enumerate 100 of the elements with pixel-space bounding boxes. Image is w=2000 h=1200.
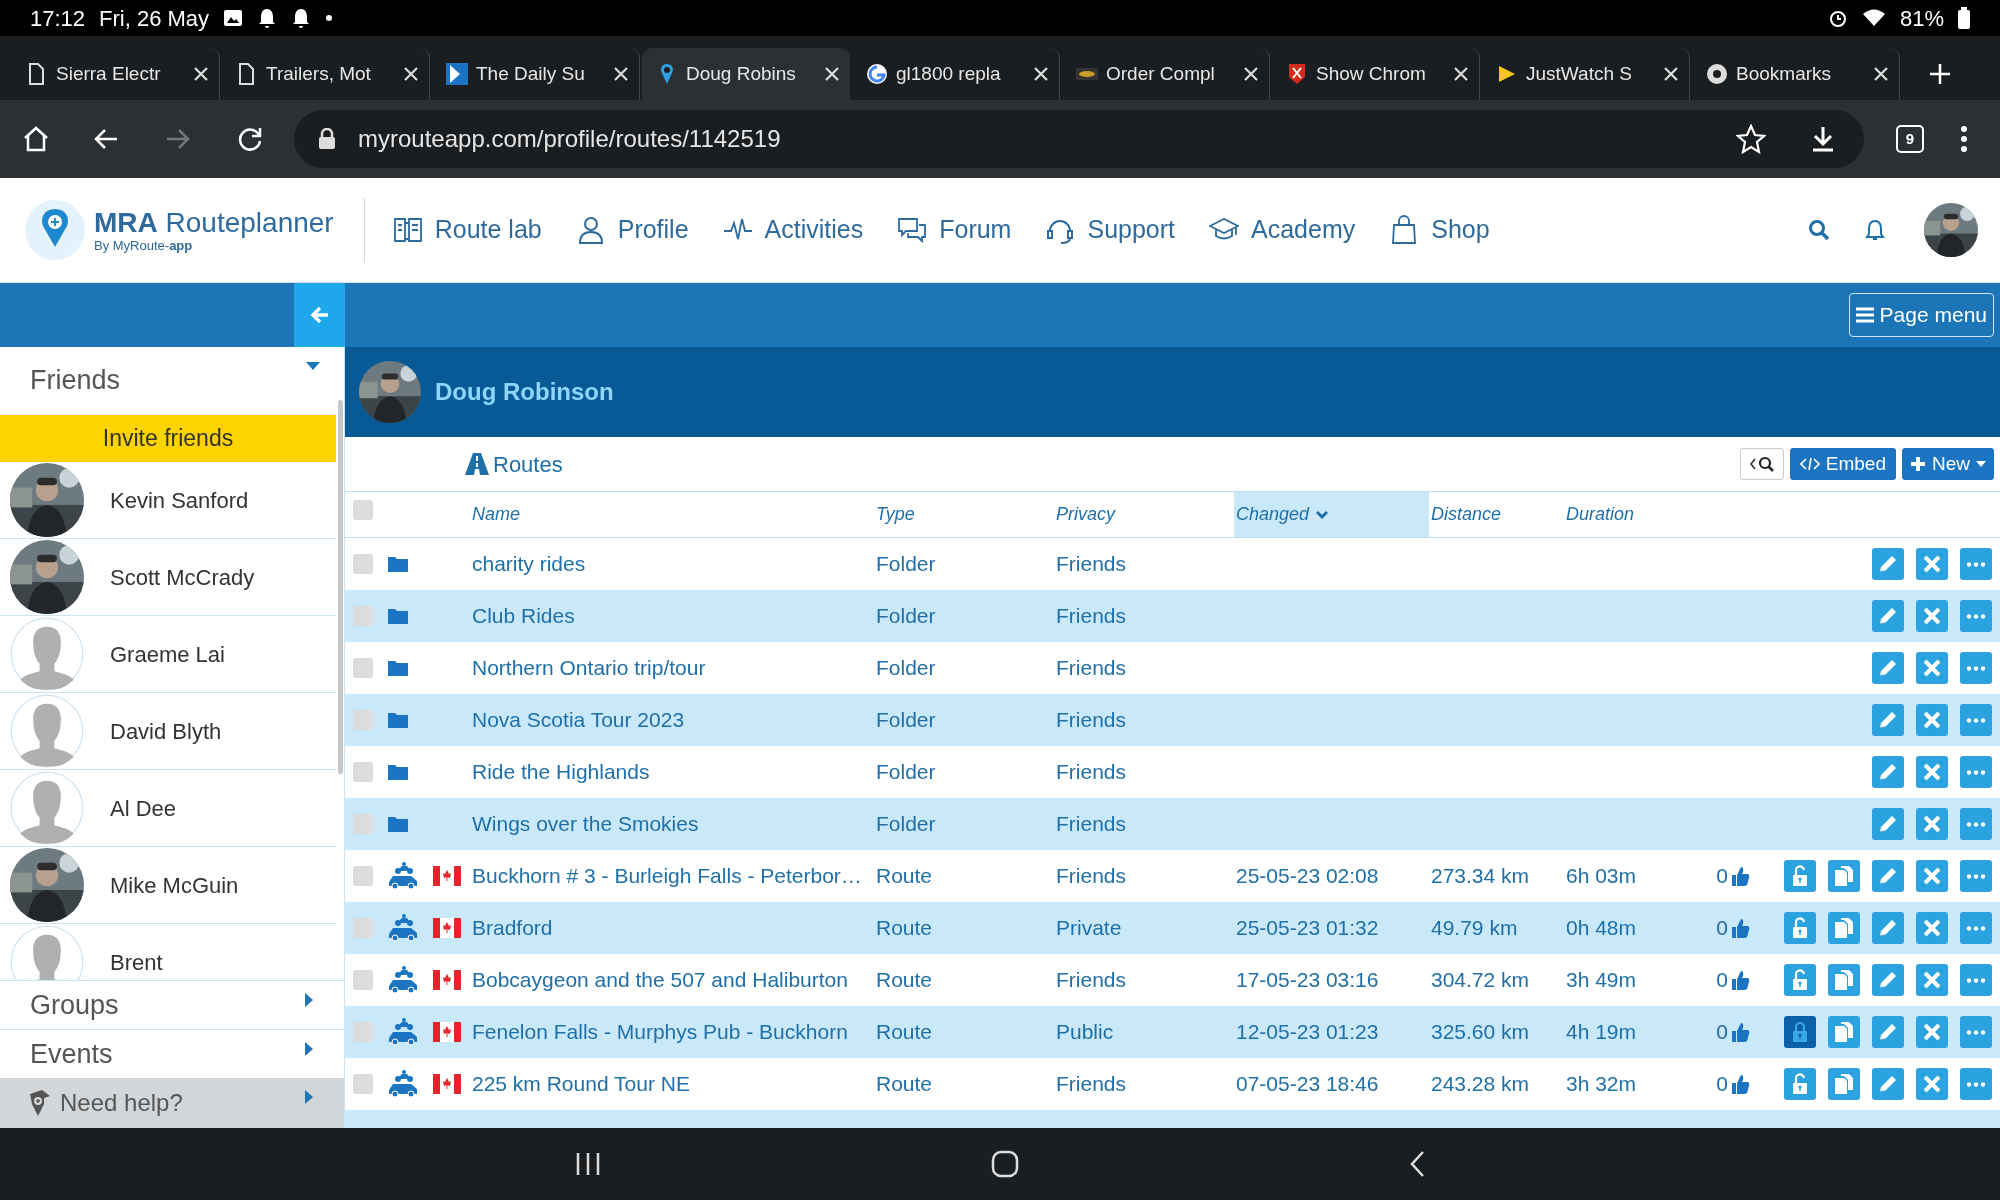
edit-button[interactable] [1872,860,1904,892]
edit-button[interactable] [1872,964,1904,996]
folder-link[interactable]: Wings over the Smokies [472,812,699,836]
folder-link[interactable]: Ride the Highlands [472,760,650,784]
delete-button[interactable] [1916,600,1948,632]
recent-apps-icon[interactable] [575,1153,601,1175]
checkbox[interactable] [353,762,373,782]
delete-button[interactable] [1916,912,1948,944]
edit-button[interactable] [1872,1016,1904,1048]
checkbox[interactable] [353,500,373,520]
thumbs-up-icon[interactable] [1730,917,1750,939]
checkbox[interactable] [353,554,373,574]
star-icon[interactable] [1736,124,1766,154]
checkbox[interactable] [353,658,373,678]
lock-button[interactable] [1784,1068,1816,1100]
thumbs-up-icon[interactable] [1730,969,1750,991]
sidebar-section[interactable]: Groups [0,980,344,1029]
delete-button[interactable] [1916,756,1948,788]
browser-tab[interactable]: Doug Robins [642,48,850,100]
reload-icon[interactable] [236,125,264,153]
thumbs-up-icon[interactable] [1730,865,1750,887]
route-link[interactable]: 225 km Round Tour NE [472,1072,690,1096]
scrollbar[interactable] [338,400,343,774]
checkbox[interactable] [353,606,373,626]
more-button[interactable] [1960,808,1992,840]
checkbox[interactable] [353,970,373,990]
lock-button[interactable] [1784,912,1816,944]
friend-item[interactable]: Graeme Lai [0,616,336,693]
home-button-icon[interactable] [991,1150,1019,1178]
back-icon[interactable] [1409,1150,1425,1178]
route-link[interactable]: Bradford [472,916,553,940]
search-toggle-button[interactable] [1739,448,1784,480]
checkbox[interactable] [353,866,373,886]
close-icon[interactable] [1033,66,1049,82]
column-header[interactable]: Type [874,492,1054,537]
delete-button[interactable] [1916,548,1948,580]
route-link[interactable]: Fenelon Falls - Murphys Pub - Buckhorn [472,1020,848,1044]
delete-button[interactable] [1916,1068,1948,1100]
column-header[interactable]: Duration [1564,492,1714,537]
close-icon[interactable] [403,66,419,82]
download-icon[interactable] [1810,125,1836,153]
delete-button[interactable] [1916,652,1948,684]
delete-button[interactable] [1916,808,1948,840]
nav-link[interactable]: Support [1045,211,1175,249]
embed-button[interactable]: Embed [1789,448,1896,480]
close-icon[interactable] [193,66,209,82]
tab-count-button[interactable]: 9 [1896,125,1924,153]
column-header[interactable]: Distance [1429,492,1564,537]
thumbs-up-icon[interactable] [1730,1021,1750,1043]
home-icon[interactable] [22,125,50,153]
close-icon[interactable] [1663,66,1679,82]
nav-link[interactable]: Shop [1389,211,1490,249]
column-header[interactable]: Name [470,492,874,537]
more-button[interactable] [1960,548,1992,580]
folder-link[interactable]: Club Rides [472,604,575,628]
bell-icon[interactable] [1864,218,1886,242]
nav-link[interactable]: Forum [897,211,1012,249]
close-icon[interactable] [824,66,840,82]
close-icon[interactable] [1873,66,1889,82]
more-button[interactable] [1960,1016,1992,1048]
lock-button[interactable] [1784,1016,1816,1048]
need-help-item[interactable]: Need help? [0,1078,344,1128]
address-bar[interactable]: myrouteapp.com/profile/routes/1142519 [294,110,1864,168]
edit-button[interactable] [1872,600,1904,632]
lock-button[interactable] [1784,964,1816,996]
close-icon[interactable] [1243,66,1259,82]
copy-button[interactable] [1828,860,1860,892]
edit-button[interactable] [1872,1068,1904,1100]
route-link[interactable]: Buckhorn # 3 - Burleigh Falls - Peterbor… [472,864,862,888]
folder-link[interactable]: Northern Ontario trip/tour [472,656,706,680]
edit-button[interactable] [1872,704,1904,736]
friend-item[interactable]: Scott McCrady [0,539,336,616]
edit-button[interactable] [1872,652,1904,684]
checkbox[interactable] [353,918,373,938]
delete-button[interactable] [1916,860,1948,892]
thumbs-up-icon[interactable] [1730,1073,1750,1095]
edit-button[interactable] [1872,756,1904,788]
copy-button[interactable] [1828,1016,1860,1048]
copy-button[interactable] [1828,912,1860,944]
more-button[interactable] [1960,1068,1992,1100]
edit-button[interactable] [1872,912,1904,944]
new-tab-icon[interactable] [1928,62,1952,86]
lock-button[interactable] [1784,860,1816,892]
more-button[interactable] [1960,652,1992,684]
edit-button[interactable] [1872,548,1904,580]
close-icon[interactable] [1453,66,1469,82]
collapse-sidebar-button[interactable] [294,283,345,347]
friend-item[interactable]: Kevin Sanford [0,462,336,539]
invite-friends-button[interactable]: Invite friends [0,415,336,462]
copy-button[interactable] [1828,1068,1860,1100]
new-button[interactable]: New [1902,448,1994,480]
more-button[interactable] [1960,756,1992,788]
nav-link[interactable]: Activities [722,211,864,249]
column-header[interactable]: Changed [1234,492,1429,537]
copy-button[interactable] [1828,964,1860,996]
delete-button[interactable] [1916,964,1948,996]
friend-item[interactable]: David Blyth [0,693,336,770]
delete-button[interactable] [1916,704,1948,736]
checkbox[interactable] [353,1074,373,1094]
column-header[interactable]: Privacy [1054,492,1234,537]
